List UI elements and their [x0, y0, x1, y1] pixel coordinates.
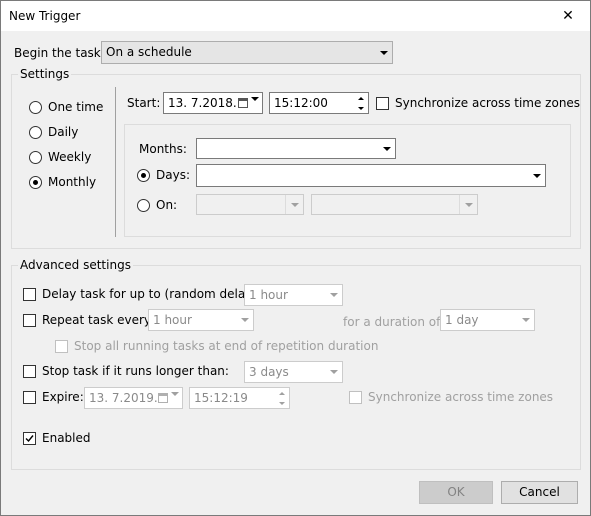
repeat-task-checkbox[interactable]	[23, 314, 36, 327]
days-label: Days:	[156, 168, 190, 182]
expire-time-input[interactable]: 15:12:19	[189, 387, 290, 409]
repeat-task-label: Repeat task every:	[42, 313, 155, 327]
delay-task-checkbox[interactable]	[23, 288, 36, 301]
window-title: New Trigger	[9, 9, 81, 23]
stop-all-checkbox[interactable]	[55, 340, 68, 353]
chevron-down-icon	[325, 362, 342, 382]
start-label: Start:	[127, 96, 161, 110]
on-label: On:	[156, 198, 178, 212]
chevron-down-icon	[285, 195, 303, 214]
spinner-icon[interactable]	[274, 388, 289, 408]
radio-monthly-label: Monthly	[48, 175, 97, 189]
cancel-button[interactable]: Cancel	[501, 481, 578, 504]
start-date-picker[interactable]: 13. 7.2018.	[163, 92, 263, 115]
expire-date-picker[interactable]: 13. 7.2019.	[84, 387, 183, 410]
radio-monthly[interactable]	[29, 176, 42, 189]
new-trigger-dialog: New Trigger ✕ Begin the task: On a sched…	[0, 0, 591, 516]
checkmark-icon	[25, 435, 34, 443]
stop-task-value: 3 days	[249, 365, 289, 379]
expire-date-value: 13. 7.2019.	[89, 391, 158, 405]
sync-timezones-checkbox[interactable]	[376, 97, 389, 110]
on-weekday-select[interactable]	[311, 194, 478, 215]
begin-task-label: Begin the task:	[14, 46, 105, 60]
chevron-down-icon	[517, 310, 534, 330]
begin-task-value: On a schedule	[106, 45, 192, 59]
radio-selected-dot	[33, 180, 38, 185]
chevron-down-icon	[528, 165, 545, 186]
enabled-checkbox[interactable]	[23, 432, 36, 445]
delay-select[interactable]: 1 hour	[244, 284, 343, 306]
chevron-down-icon	[375, 42, 392, 63]
stop-task-checkbox[interactable]	[23, 365, 36, 378]
radio-days[interactable]	[137, 169, 150, 182]
settings-divider	[115, 87, 116, 237]
title-bar: New Trigger ✕	[1, 1, 590, 31]
repeat-value: 1 hour	[153, 313, 192, 327]
advanced-settings-legend: Advanced settings	[18, 258, 133, 272]
radio-selected-dot	[141, 173, 146, 178]
chevron-down-icon	[171, 392, 179, 410]
chevron-down-icon	[325, 285, 342, 305]
months-label: Months:	[139, 142, 187, 156]
calendar-icon	[158, 393, 168, 403]
radio-one-time-label: One time	[48, 100, 104, 114]
stop-all-label: Stop all running tasks at end of repetit…	[74, 339, 379, 353]
chevron-down-icon	[378, 139, 395, 158]
chevron-down-icon	[236, 310, 253, 330]
start-date-value: 13. 7.2018.	[168, 96, 237, 110]
stop-task-select[interactable]: 3 days	[244, 361, 343, 383]
stop-task-label: Stop task if it runs longer than:	[42, 364, 229, 378]
expire-time-value: 15:12:19	[194, 391, 248, 405]
delay-task-label: Delay task for up to (random delay):	[42, 287, 262, 301]
enabled-label: Enabled	[42, 431, 91, 445]
duration-label: for a duration of:	[343, 315, 444, 329]
months-select[interactable]	[196, 138, 396, 159]
begin-task-select[interactable]: On a schedule	[101, 41, 393, 64]
expire-checkbox[interactable]	[23, 391, 36, 404]
radio-one-time[interactable]	[29, 101, 42, 114]
duration-value: 1 day	[445, 313, 479, 327]
close-button[interactable]: ✕	[546, 1, 590, 31]
delay-value: 1 hour	[249, 288, 288, 302]
repeat-select[interactable]: 1 hour	[148, 309, 254, 331]
radio-daily[interactable]	[29, 126, 42, 139]
on-week-select[interactable]	[196, 194, 304, 215]
expire-label: Expire:	[42, 390, 84, 404]
expire-sync-label: Synchronize across time zones	[368, 390, 554, 404]
calendar-icon	[238, 98, 248, 108]
start-time-input[interactable]: 15:12:00	[269, 92, 369, 114]
expire-sync-checkbox[interactable]	[349, 391, 362, 404]
settings-legend: Settings	[18, 67, 72, 81]
spinner-icon[interactable]	[353, 93, 368, 113]
radio-on[interactable]	[137, 199, 150, 212]
duration-select[interactable]: 1 day	[440, 309, 535, 331]
sync-timezones-label: Synchronize across time zones	[395, 96, 581, 110]
ok-button[interactable]: OK	[419, 481, 493, 504]
chevron-down-icon	[459, 195, 477, 214]
days-select[interactable]	[196, 164, 546, 187]
close-icon: ✕	[562, 8, 574, 24]
radio-daily-label: Daily	[48, 125, 79, 139]
start-time-value: 15:12:00	[274, 96, 328, 110]
radio-weekly-label: Weekly	[48, 150, 92, 164]
radio-weekly[interactable]	[29, 151, 42, 164]
chevron-down-icon	[251, 97, 259, 115]
